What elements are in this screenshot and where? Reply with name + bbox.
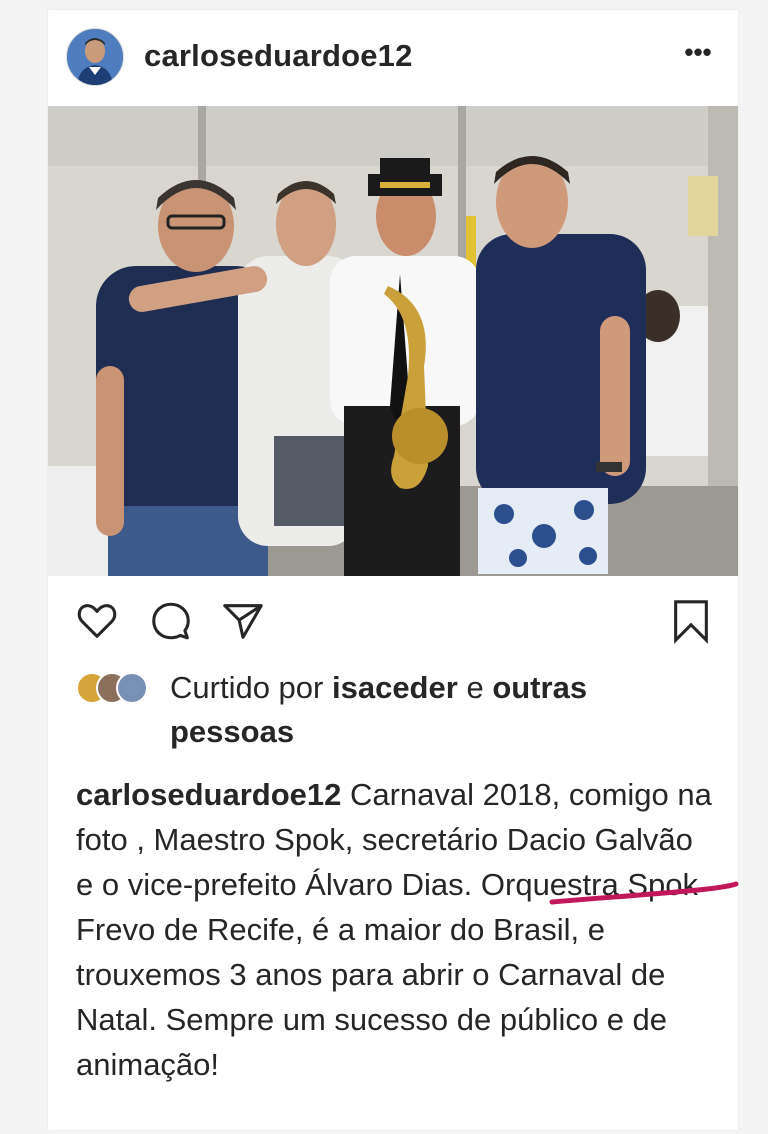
avatar-image <box>67 29 123 85</box>
liker-username[interactable]: isaceder <box>332 670 458 705</box>
avatar[interactable] <box>66 28 124 86</box>
likes-prefix: Curtido por <box>170 670 324 705</box>
heart-icon[interactable] <box>74 598 120 644</box>
comment-icon[interactable] <box>148 598 194 644</box>
caption-username[interactable]: carloseduardoe12 <box>76 777 341 812</box>
post-photo[interactable] <box>48 106 738 576</box>
likes-joiner: e <box>466 670 484 705</box>
post-actions <box>48 586 738 656</box>
likes-summary: Curtido por isaceder e outras pessoas <box>76 666 716 762</box>
send-icon[interactable] <box>220 598 266 644</box>
screenshot-frame: carloseduardoe12 ••• Curtido por isacede… <box>0 0 768 1134</box>
avatar[interactable] <box>116 672 148 704</box>
post-caption: carloseduardoe12 Carnaval 2018, comigo n… <box>76 772 716 1087</box>
bookmark-icon[interactable] <box>668 598 714 644</box>
liker-avatars <box>76 672 160 704</box>
more-options-icon[interactable]: ••• <box>678 39 718 72</box>
post-username[interactable]: carloseduardoe12 <box>144 38 413 74</box>
photo-image <box>48 106 738 576</box>
likes-text: Curtido por isaceder e outras pessoas <box>170 666 710 754</box>
caption-text: Carnaval 2018, comigo na foto , Maestro … <box>76 777 712 1082</box>
instagram-post: carloseduardoe12 ••• Curtido por isacede… <box>48 10 739 1130</box>
post-header: carloseduardoe12 ••• <box>48 10 738 104</box>
